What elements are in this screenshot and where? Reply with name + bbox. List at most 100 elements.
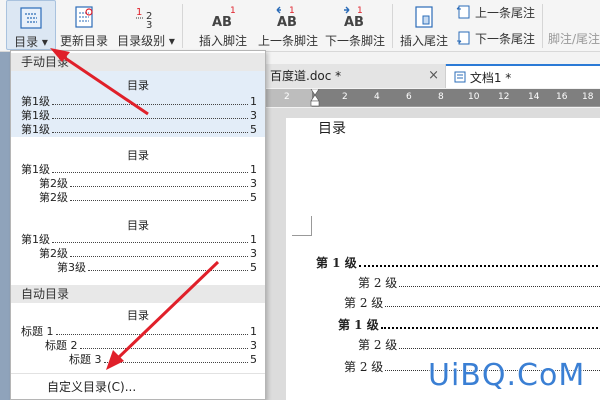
ab-glyph: AB — [212, 15, 232, 30]
insert-endnote-button[interactable]: 插入尾注 — [396, 0, 452, 50]
dot-leader — [358, 265, 600, 267]
toc-entry-text: 第 2 级 — [358, 276, 398, 290]
prev-endnote-label: 上一条尾注 — [475, 5, 536, 20]
dot-leader — [88, 270, 248, 271]
ab-glyph: AB — [277, 15, 297, 30]
preview-title: 目录 — [127, 309, 149, 322]
insert-footnote-button[interactable]: 1 AB 插入脚注 — [192, 0, 254, 50]
preview-page-number: 5 — [250, 353, 257, 366]
dot-leader — [52, 104, 248, 105]
dot-leader — [70, 200, 248, 201]
dot-leader — [70, 186, 248, 187]
document-toc-entry[interactable]: 第 1 级 — [316, 254, 600, 271]
ribbon-toolbar: 目录 ▾ 更新目录 1 2 3 目录级别 ▾ 1 AB 插入脚注 1 AB 上一… — [0, 0, 600, 52]
prev-footnote-button[interactable]: 1 AB 上一条脚注 — [256, 0, 320, 50]
preview-entry: 第1级 5 — [21, 121, 257, 137]
ab-glyph: AB — [344, 15, 364, 30]
preview-title: 目录 — [127, 79, 149, 92]
ribbon-separator — [542, 4, 543, 48]
update-toc-button[interactable]: 更新目录 — [58, 0, 110, 50]
ruler-tick: 18 — [582, 92, 594, 102]
svg-text:3: 3 — [146, 20, 152, 30]
svg-text:1: 1 — [136, 7, 142, 18]
preview-entry: 第2级 5 — [39, 189, 257, 205]
ruler-tick: 8 — [438, 92, 444, 102]
dot-leader — [52, 132, 248, 133]
toc-entry-text: 第 2 级 — [358, 338, 398, 352]
auto-toc-header: 自动目录 — [11, 285, 265, 303]
toc-dropdown-menu: 手动目录 目录 第1级 1 第1级 3 第1级 5 目录 第1级 1 第2级 3 第2级 5… — [10, 50, 266, 400]
update-toc-icon — [75, 6, 93, 28]
margin-corner-mark — [292, 216, 312, 236]
insert-footnote-icon: 1 AB — [212, 6, 236, 30]
toc-icon — [20, 7, 42, 29]
dot-leader — [399, 286, 600, 287]
toc-style-option-2[interactable]: 目录 第1级 1 第2级 3 第2级 5 — [11, 141, 265, 205]
document-icon — [454, 71, 466, 83]
insert-endnote-label: 插入尾注 — [399, 34, 448, 48]
dot-leader — [70, 256, 248, 257]
ruler-tick: 12 — [498, 92, 510, 102]
prev-endnote-icon — [456, 5, 470, 19]
preview-entry-text: 第3级 — [57, 261, 86, 274]
ruler-tick: 4 — [374, 92, 380, 102]
next-footnote-button[interactable]: 1 AB 下一条脚注 — [322, 0, 388, 50]
toc-entry-text: 第 1 级 — [338, 318, 379, 332]
next-footnote-label: 下一条脚注 — [324, 34, 385, 48]
tab-baidudao-doc[interactable]: 百度道.doc * × — [262, 64, 446, 88]
prev-endnote-button[interactable]: 上一条尾注 — [456, 2, 535, 22]
document-tab-bar: 百度道.doc * × 文档1 * — [262, 64, 600, 88]
ruler-tick: 2 — [284, 92, 290, 102]
ruler-tick: 16 — [556, 92, 568, 102]
update-toc-label: 更新目录 — [59, 34, 108, 48]
ribbon-separator — [392, 4, 393, 48]
insert-footnote-label: 插入脚注 — [198, 34, 247, 48]
document-toc-entry[interactable]: 第 2 级 — [344, 294, 600, 311]
toc-style-option-3[interactable]: 目录 第1级 1 第2级 3 第3级 5 — [11, 211, 265, 281]
ribbon-separator — [182, 4, 183, 48]
preview-entry-text: 标题 3 — [69, 353, 102, 366]
document-toc-entry[interactable]: 第 2 级 — [358, 274, 600, 291]
ruler-tick: 10 — [468, 92, 480, 102]
dot-leader — [399, 348, 600, 349]
toc-button[interactable]: 目录 ▾ — [6, 0, 56, 50]
dot-leader — [385, 306, 600, 307]
horizontal-ruler[interactable]: 2 2 4 6 8 10 12 14 16 18 — [262, 89, 600, 107]
next-endnote-icon — [457, 31, 470, 45]
toc-entry-text: 第 1 级 — [316, 256, 357, 270]
tab-label: 百度道.doc * — [270, 69, 342, 83]
close-icon[interactable]: × — [428, 64, 439, 88]
manual-toc-header: 手动目录 — [11, 53, 265, 71]
footnote-endnote-button[interactable]: 脚注/尾注 — [548, 28, 600, 48]
dot-leader — [52, 118, 248, 119]
preview-entry: 第3级 5 — [57, 259, 257, 275]
toc-level-button[interactable]: 1 2 3 目录级别 ▾ — [114, 0, 178, 50]
custom-toc-option[interactable]: 自定义目录(C)... — [11, 373, 265, 399]
toc-button-label: 目录 — [14, 35, 39, 49]
dot-leader — [52, 242, 248, 243]
preview-page-number: 5 — [250, 191, 257, 204]
toc-entry-text: 第 2 级 — [344, 360, 384, 374]
document-toc-entry[interactable]: 第 1 级 — [338, 316, 600, 333]
preview-entry-text: 第2级 — [39, 191, 68, 204]
toc-style-option-1[interactable]: 目录 第1级 1 第1级 3 第1级 5 — [11, 71, 265, 137]
indent-marker-icon[interactable] — [310, 89, 320, 107]
tab-label: 文档1 * — [469, 71, 512, 85]
toc-style-option-auto[interactable]: 目录 标题 11 标题 23 标题 35 — [11, 303, 265, 371]
caret-down-icon: ▾ — [168, 34, 175, 48]
document-toc-entry[interactable]: 第 2 级 — [358, 336, 600, 353]
next-endnote-label: 下一条尾注 — [475, 31, 536, 46]
next-endnote-button[interactable]: 下一条尾注 — [456, 28, 535, 48]
site-watermark: UiBQ.CoM — [428, 358, 586, 393]
dot-leader — [103, 362, 248, 363]
toc-level-label: 目录级别 — [117, 34, 166, 48]
preview-page-number: 5 — [250, 123, 257, 136]
caret-down-icon: ▾ — [41, 35, 48, 49]
next-footnote-icon: 1 AB — [344, 6, 364, 30]
tab-document1[interactable]: 文档1 * — [446, 64, 600, 88]
preview-entry-text: 第1级 — [21, 123, 50, 136]
ruler-tick: 14 — [528, 92, 540, 102]
dot-leader — [52, 172, 248, 173]
dot-leader — [55, 334, 248, 335]
insert-endnote-icon — [415, 6, 433, 28]
